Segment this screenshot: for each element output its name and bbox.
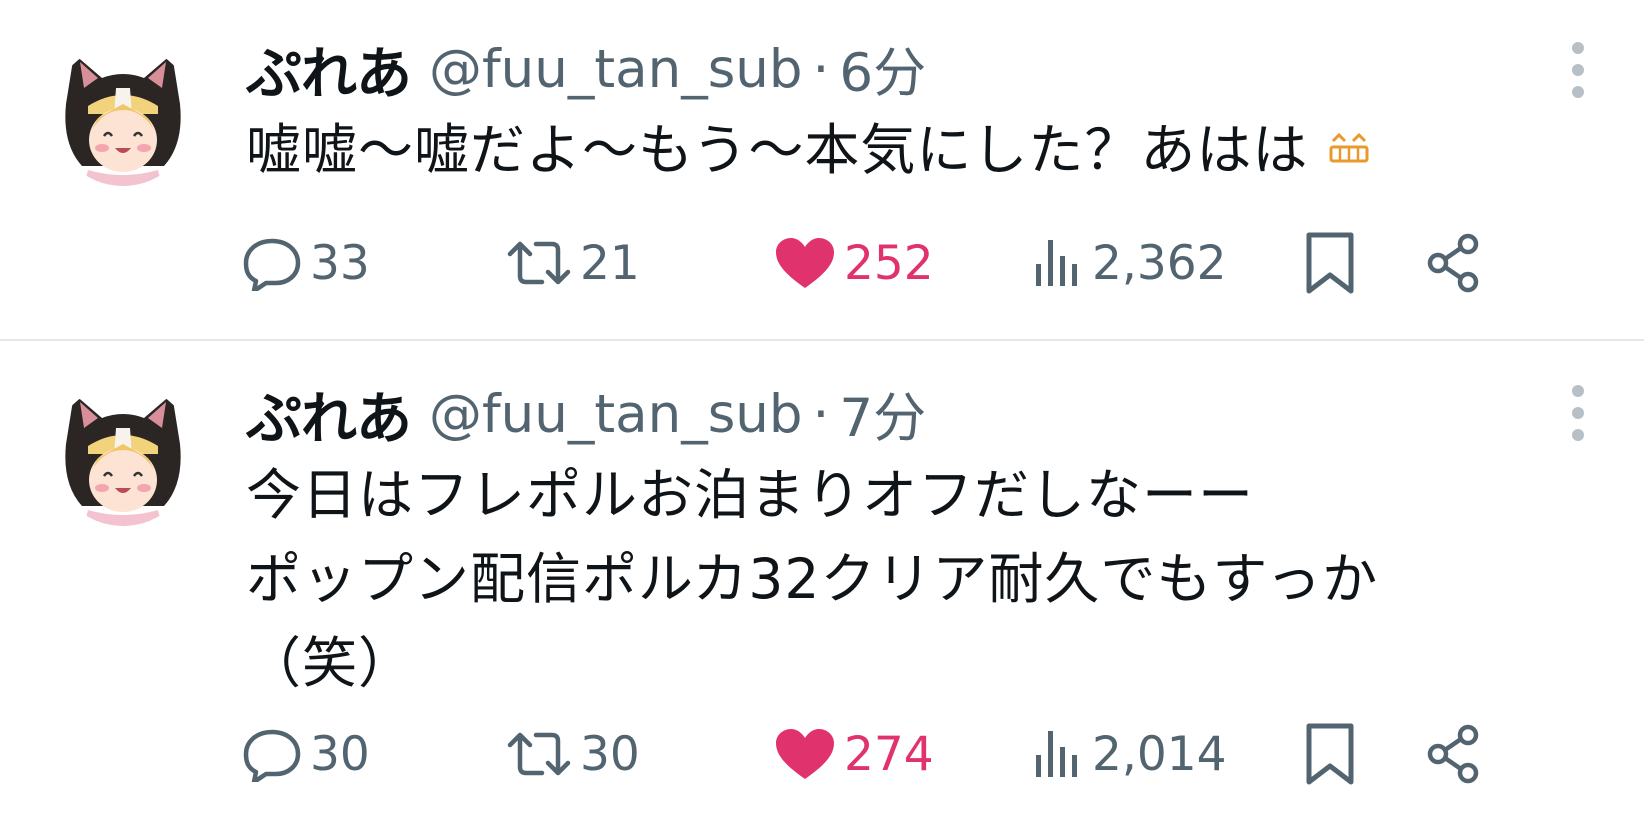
timestamp[interactable]: 6分 [839, 31, 926, 107]
avatar[interactable] [52, 384, 194, 526]
reply-icon [243, 729, 301, 782]
share-icon [1427, 233, 1479, 293]
share-button[interactable] [1424, 719, 1486, 789]
views-count: 2,362 [1092, 235, 1227, 291]
retweet-icon [507, 732, 571, 776]
reply-icon [243, 238, 301, 291]
more-options-icon[interactable] [1568, 385, 1588, 441]
retweet-button[interactable]: 30 [506, 719, 640, 789]
tweet-text-line: ポップン配信ポルカ32クリア耐久でもすっか [246, 547, 1379, 611]
tweet-actions: 33 21 252 2,362 [243, 228, 1562, 298]
bookmark-icon [1306, 723, 1354, 785]
separator-dot: · [812, 383, 830, 445]
reply-button[interactable]: 30 [242, 719, 370, 789]
retweet-button[interactable]: 21 [506, 228, 640, 298]
tweet[interactable]: ぷれあ @fuu_tan_sub · 6分 嘘嘘〜嘘だよ〜もう〜本気にした？あは… [0, 0, 1644, 341]
tweet-text: 嘘嘘〜嘘だよ〜もう〜本気にした？あはは [246, 108, 1494, 196]
tweet-actions: 30 30 274 2,014 [243, 719, 1562, 789]
bookmark-button[interactable] [1304, 719, 1356, 789]
separator-dot: · [812, 38, 830, 100]
like-count: 252 [844, 235, 934, 291]
tweet-header: ぷれあ @fuu_tan_sub · 7分 [246, 375, 1494, 453]
user-handle[interactable]: @fuu_tan_sub [429, 39, 803, 100]
avatar[interactable] [52, 44, 194, 186]
avatar-image [52, 384, 194, 526]
views-icon [1036, 240, 1077, 286]
more-options-icon[interactable] [1568, 42, 1588, 98]
user-handle[interactable]: @fuu_tan_sub [429, 384, 803, 445]
bookmark-button[interactable] [1304, 228, 1356, 298]
like-count: 274 [844, 726, 934, 782]
reply-button[interactable]: 33 [242, 228, 370, 298]
bookmark-icon [1306, 232, 1354, 294]
heart-icon [776, 238, 834, 288]
tweet-text-line: 嘘嘘〜嘘だよ〜もう〜本気にした？あはは [246, 118, 1309, 182]
tweet[interactable]: ぷれあ @fuu_tan_sub · 7分 今日はフレポルお泊まりオフだしなーー… [0, 341, 1644, 834]
display-name[interactable]: ぷれあ [246, 374, 412, 455]
avatar-image [52, 44, 194, 186]
tweet-content: ぷれあ @fuu_tan_sub · 7分 今日はフレポルお泊まりオフだしなーー… [246, 375, 1494, 705]
views-button[interactable]: 2,362 [1032, 228, 1227, 298]
grinning-sweat-emoji-icon [1327, 112, 1371, 196]
share-button[interactable] [1424, 228, 1486, 298]
reply-count: 33 [310, 235, 370, 291]
tweet-text-line: 今日はフレポルお泊まりオフだしなーー [246, 463, 1255, 527]
views-button[interactable]: 2,014 [1032, 719, 1227, 789]
display-name[interactable]: ぷれあ [246, 29, 412, 110]
tweet-text: 今日はフレポルお泊まりオフだしなーー ポップン配信ポルカ32クリア耐久でもすっか… [246, 453, 1494, 705]
retweet-count: 30 [580, 726, 640, 782]
retweet-icon [507, 241, 571, 285]
retweet-count: 21 [580, 235, 640, 291]
like-button[interactable]: 274 [774, 719, 934, 789]
reply-count: 30 [310, 726, 370, 782]
tweet-text-line: （笑） [246, 631, 415, 695]
heart-icon [776, 729, 834, 779]
views-icon [1036, 731, 1077, 777]
like-button[interactable]: 252 [774, 228, 934, 298]
timestamp[interactable]: 7分 [839, 376, 926, 452]
share-icon [1427, 724, 1479, 784]
tweet-header: ぷれあ @fuu_tan_sub · 6分 [246, 30, 1494, 108]
timeline: ぷれあ @fuu_tan_sub · 6分 嘘嘘〜嘘だよ〜もう〜本気にした？あは… [0, 0, 1644, 834]
tweet-content: ぷれあ @fuu_tan_sub · 6分 嘘嘘〜嘘だよ〜もう〜本気にした？あは… [246, 30, 1494, 196]
views-count: 2,014 [1092, 726, 1227, 782]
